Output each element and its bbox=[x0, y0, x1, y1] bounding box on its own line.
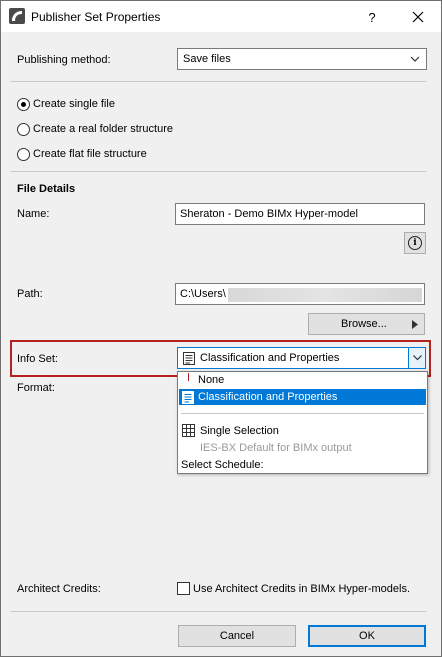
close-icon bbox=[412, 11, 424, 23]
architect-credits-option[interactable]: Use Architect Credits in BIMx Hyper-mode… bbox=[177, 581, 427, 597]
info-set-options-list[interactable]: None Classification and Properties Singl… bbox=[177, 371, 428, 474]
chevron-down-icon bbox=[413, 355, 422, 361]
option-label: IES-BX Default for BIMx output bbox=[200, 442, 352, 454]
info-set-dropdown[interactable]: Classification and Properties bbox=[177, 347, 426, 369]
radio-label: Create a real folder structure bbox=[33, 123, 174, 135]
radio-label: Create single file bbox=[33, 98, 115, 110]
info-set-value: Classification and Properties bbox=[200, 352, 340, 364]
info-set-label: Info Set: bbox=[17, 353, 58, 365]
architect-credits-label: Architect Credits: bbox=[17, 583, 101, 595]
architect-credits-checkbox-label: Use Architect Credits in BIMx Hyper-mode… bbox=[193, 583, 411, 595]
divider bbox=[10, 81, 426, 82]
radio-button[interactable] bbox=[17, 123, 30, 136]
window-title: Publisher Set Properties bbox=[31, 10, 161, 24]
option-label: Select Schedule: bbox=[181, 459, 264, 471]
document-list-icon bbox=[183, 352, 195, 365]
option-none[interactable]: None bbox=[179, 373, 426, 389]
option-ies-bx-default: IES-BX Default for BIMx output bbox=[179, 440, 426, 456]
close-button[interactable] bbox=[403, 5, 433, 29]
option-single-selection[interactable]: Single Selection bbox=[179, 423, 426, 439]
radio-create-real-folder-structure[interactable]: Create a real folder structure bbox=[17, 122, 217, 138]
redacted-path-area bbox=[228, 288, 422, 302]
browse-button[interactable]: Browse... bbox=[308, 313, 425, 335]
ok-button[interactable]: OK bbox=[308, 625, 426, 647]
radio-create-flat-file-structure[interactable]: Create flat file structure bbox=[17, 147, 217, 163]
none-marker bbox=[188, 373, 189, 381]
architect-credits-checkbox[interactable] bbox=[177, 582, 190, 595]
option-classification-and-properties[interactable]: Classification and Properties bbox=[179, 389, 426, 405]
browse-label: Browse... bbox=[341, 318, 387, 330]
path-field[interactable]: C:\Users\ bbox=[175, 283, 425, 305]
option-label: None bbox=[198, 374, 225, 386]
archicad-logo-icon bbox=[9, 8, 25, 24]
divider bbox=[10, 171, 426, 172]
cancel-button[interactable]: Cancel bbox=[178, 625, 296, 647]
option-label: Classification and Properties bbox=[198, 391, 338, 403]
path-label: Path: bbox=[17, 288, 43, 300]
radio-button[interactable] bbox=[17, 148, 30, 161]
option-separator bbox=[181, 413, 424, 414]
document-list-icon bbox=[182, 391, 194, 404]
dialog-window: Publisher Set Properties ? Publishing me… bbox=[0, 0, 442, 657]
title-bar[interactable]: Publisher Set Properties ? bbox=[1, 1, 441, 32]
cancel-label: Cancel bbox=[219, 630, 255, 642]
divider bbox=[10, 611, 426, 612]
publishing-method-dropdown[interactable]: Save files bbox=[177, 48, 427, 70]
name-field[interactable]: Sheraton - Demo BIMx Hyper-model bbox=[175, 203, 425, 225]
path-value: C:\Users\ bbox=[180, 288, 226, 300]
info-icon: i bbox=[408, 236, 422, 250]
help-button[interactable]: ? bbox=[357, 5, 387, 29]
option-select-schedule[interactable]: Select Schedule: bbox=[179, 457, 426, 473]
chevron-down-icon bbox=[410, 56, 420, 62]
name-label: Name: bbox=[17, 208, 50, 220]
publishing-method-value: Save files bbox=[183, 53, 231, 65]
radio-label: Create flat file structure bbox=[33, 148, 147, 160]
dropdown-arrow-button[interactable] bbox=[408, 348, 425, 368]
table-grid-icon bbox=[182, 424, 195, 437]
file-details-heading: File Details bbox=[17, 183, 76, 195]
format-label: Format: bbox=[17, 382, 55, 394]
option-label: Single Selection bbox=[200, 425, 279, 437]
arrow-right-icon bbox=[412, 320, 418, 329]
info-button[interactable]: i bbox=[404, 232, 426, 254]
publishing-method-label: Publishing method: bbox=[17, 54, 111, 66]
radio-create-single-file[interactable]: Create single file bbox=[17, 97, 217, 113]
ok-label: OK bbox=[359, 630, 375, 642]
name-value: Sheraton - Demo BIMx Hyper-model bbox=[180, 208, 358, 220]
radio-button[interactable] bbox=[17, 98, 30, 111]
